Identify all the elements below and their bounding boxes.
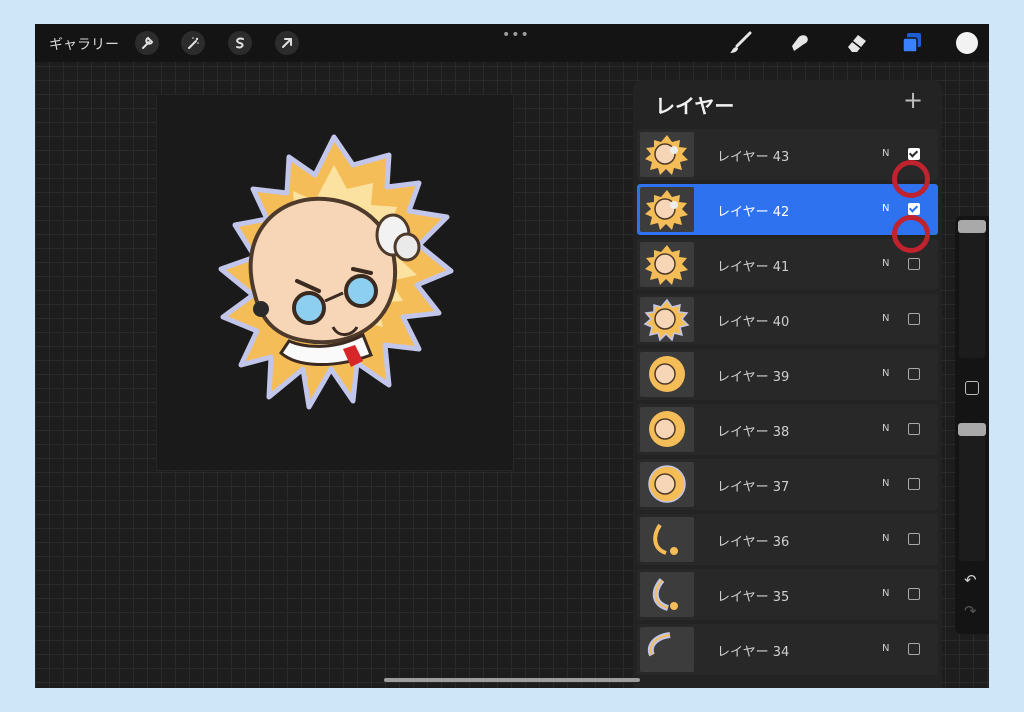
magic-wand-icon[interactable] xyxy=(181,31,205,55)
layers-icon[interactable] xyxy=(898,30,926,56)
wrench-icon[interactable] xyxy=(135,31,159,55)
visibility-checkbox[interactable] xyxy=(908,478,920,490)
layer-row[interactable]: レイヤー 36 N xyxy=(637,514,938,565)
layer-thumbnail xyxy=(640,572,694,617)
redo-icon[interactable]: ↷ xyxy=(964,602,977,620)
highlight-ring xyxy=(892,215,930,253)
visibility-checkbox[interactable] xyxy=(908,313,920,325)
layer-name: レイヤー 43 xyxy=(717,150,790,165)
layer-name: レイヤー 36 xyxy=(717,535,790,550)
layer-row[interactable]: レイヤー 38 N xyxy=(637,404,938,455)
procreate-screen: ギャラリー ••• レイヤー + レイヤー 43 N レイヤー 42 N レイヤ… xyxy=(35,24,989,688)
layer-row[interactable]: レイヤー 35 N xyxy=(637,569,938,620)
brush-size-slider[interactable] xyxy=(959,220,985,358)
layer-thumbnail xyxy=(640,242,694,287)
artwork-illustration xyxy=(218,134,454,410)
layer-thumbnail xyxy=(640,462,694,507)
layers-panel: レイヤー + レイヤー 43 N レイヤー 42 N レイヤー 41 N レイヤ… xyxy=(633,80,942,688)
layer-name: レイヤー 35 xyxy=(717,590,790,605)
home-indicator xyxy=(384,678,640,682)
smudge-icon[interactable] xyxy=(786,30,814,56)
add-layer-button[interactable]: + xyxy=(903,86,923,114)
layer-row[interactable]: レイヤー 40 N xyxy=(637,294,938,345)
layer-name: レイヤー 41 xyxy=(717,260,790,275)
brush-icon[interactable] xyxy=(728,30,756,56)
drawing-canvas[interactable] xyxy=(156,94,514,471)
visibility-checkbox[interactable] xyxy=(908,148,920,160)
more-options-icon[interactable]: ••• xyxy=(502,27,530,43)
blend-mode-button[interactable]: N xyxy=(882,478,889,489)
visibility-checkbox[interactable] xyxy=(908,258,920,270)
visibility-checkbox[interactable] xyxy=(908,368,920,380)
layer-thumbnail xyxy=(640,297,694,342)
layer-thumbnail xyxy=(640,352,694,397)
layer-thumbnail xyxy=(640,187,694,232)
color-picker-button[interactable] xyxy=(956,32,978,54)
blend-mode-button[interactable]: N xyxy=(882,643,889,654)
opacity-slider-thumb[interactable] xyxy=(958,423,986,436)
modify-button[interactable] xyxy=(965,381,979,395)
brush-size-slider-thumb[interactable] xyxy=(958,220,986,233)
layer-name: レイヤー 39 xyxy=(717,370,790,385)
layer-name: レイヤー 34 xyxy=(717,645,790,660)
eraser-icon[interactable] xyxy=(843,30,871,56)
selection-icon[interactable] xyxy=(228,31,252,55)
layer-row[interactable]: レイヤー 34 N xyxy=(637,624,938,675)
blend-mode-button[interactable]: N xyxy=(882,533,889,544)
layer-name: レイヤー 40 xyxy=(717,315,790,330)
undo-icon[interactable]: ↶ xyxy=(964,571,977,589)
blend-mode-button[interactable]: N xyxy=(882,313,889,324)
blend-mode-button[interactable]: N xyxy=(882,258,889,269)
blend-mode-button[interactable]: N xyxy=(882,203,889,214)
highlight-ring xyxy=(892,160,930,198)
layer-thumbnail xyxy=(640,132,694,177)
layer-thumbnail xyxy=(640,627,694,672)
layers-panel-title: レイヤー xyxy=(655,94,735,118)
blend-mode-button[interactable]: N xyxy=(882,423,889,434)
opacity-slider[interactable] xyxy=(959,426,985,561)
gallery-button[interactable]: ギャラリー xyxy=(49,34,119,54)
layer-name: レイヤー 42 xyxy=(717,205,790,220)
visibility-checkbox[interactable] xyxy=(908,588,920,600)
layer-row[interactable]: レイヤー 41 N xyxy=(637,239,938,290)
layer-name: レイヤー 37 xyxy=(717,480,790,495)
visibility-checkbox[interactable] xyxy=(908,423,920,435)
layer-thumbnail xyxy=(640,407,694,452)
blend-mode-button[interactable]: N xyxy=(882,588,889,599)
blend-mode-button[interactable]: N xyxy=(882,368,889,379)
transform-arrow-icon[interactable] xyxy=(275,31,299,55)
top-toolbar: ギャラリー ••• xyxy=(35,24,989,62)
layer-row[interactable]: レイヤー 39 N xyxy=(637,349,938,400)
side-toolbar: ↶ ↷ xyxy=(955,216,989,634)
layer-thumbnail xyxy=(640,517,694,562)
blend-mode-button[interactable]: N xyxy=(882,148,889,159)
visibility-checkbox[interactable] xyxy=(908,533,920,545)
layer-row[interactable]: レイヤー 37 N xyxy=(637,459,938,510)
visibility-checkbox[interactable] xyxy=(908,203,920,215)
layer-name: レイヤー 38 xyxy=(717,425,790,440)
visibility-checkbox[interactable] xyxy=(908,643,920,655)
